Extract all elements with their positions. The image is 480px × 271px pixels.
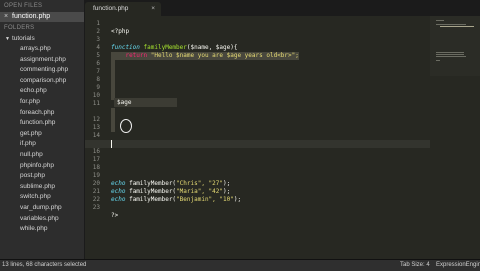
line-number: 11	[92, 100, 100, 107]
tab-label: function.php	[93, 5, 129, 12]
selection-status: 13 lines, 68 characters selected	[2, 262, 87, 268]
code-line-24: ?>	[85, 204, 430, 219]
line-number: 17	[92, 156, 100, 163]
open-file-item[interactable]: × function.php	[0, 12, 84, 22]
code-line-7	[85, 68, 430, 76]
status-bar: 13 lines, 68 characters selected Tab Siz…	[0, 259, 480, 271]
file-item[interactable]: function.php	[0, 118, 84, 129]
code-line-15	[85, 140, 430, 148]
file-item[interactable]: echo.php	[0, 86, 84, 97]
code-line-12	[85, 108, 430, 116]
file-item[interactable]: foreach.php	[0, 108, 84, 119]
file-item[interactable]: while.php	[0, 224, 84, 235]
folder-tutorials[interactable]: ▼ tutorials	[0, 34, 84, 44]
php-close-tag: ?>	[111, 212, 119, 219]
code-line-3: function familyMember($name, $age){	[85, 36, 430, 51]
folder-label: tutorials	[11, 35, 35, 42]
code-line-6	[85, 60, 430, 68]
keyword-echo: echo	[111, 196, 126, 203]
file-list: arrays.php assignment.php commenting.php co…	[0, 44, 84, 235]
line-number: 14	[92, 132, 100, 139]
file-item[interactable]: phpinfo.php	[0, 161, 84, 172]
code-line-13	[85, 116, 430, 124]
code-line-4: return "Hello $name you are $age years o…	[85, 44, 430, 60]
file-item[interactable]: null.php	[0, 150, 84, 161]
file-item[interactable]: comparison.php	[0, 76, 84, 87]
file-item[interactable]: commenting.php	[0, 65, 84, 76]
minimap[interactable]	[430, 16, 480, 76]
code-line-9	[85, 84, 430, 92]
tab-function-php[interactable]: function.php ×	[85, 2, 161, 16]
file-item[interactable]: variables.php	[0, 214, 84, 225]
line-number: 18	[92, 164, 100, 171]
file-item[interactable]: assignment.php	[0, 55, 84, 66]
line-number: 16	[92, 148, 100, 155]
php-open-tag: <?php	[111, 28, 130, 35]
mouse-cursor-icon	[120, 119, 132, 133]
open-files-header: OPEN FILES	[4, 3, 43, 9]
file-item[interactable]: if.php	[0, 139, 84, 150]
close-icon[interactable]: ×	[151, 2, 155, 16]
syntax-setting[interactable]: ExpressionEngine	[436, 260, 480, 271]
tab-bar: function.php ×	[85, 0, 480, 16]
file-item[interactable]: for.php	[0, 97, 84, 108]
autocomplete-popup[interactable]: $age	[114, 98, 177, 107]
text-caret	[111, 140, 112, 148]
file-item[interactable]: sublime.php	[0, 182, 84, 193]
file-item[interactable]: post.php	[0, 171, 84, 182]
call-name: familyMember(	[129, 196, 177, 203]
code-line-20: echo familyMember("Chris", "27");	[85, 172, 430, 187]
code-line-14	[85, 124, 430, 132]
call-end: );	[233, 196, 242, 203]
code-line-1: <?php	[85, 20, 430, 35]
tab-size-setting[interactable]: Tab Size: 4	[400, 260, 430, 271]
call-args: "Benjamin", "10"	[176, 196, 234, 203]
code-line-22: echo familyMember("Benjamin", "10");	[85, 188, 430, 203]
sidebar: OPEN FILES × function.php FOLDERS ▼ tutor…	[0, 0, 85, 259]
file-item[interactable]: switch.php	[0, 192, 84, 203]
code-editor[interactable]: 1234567891011121314151617181920212223 <?…	[85, 16, 430, 259]
code-line-8	[85, 76, 430, 84]
open-file-label: function.php	[12, 13, 51, 20]
expand-triangle-icon[interactable]: ▼	[5, 36, 10, 42]
code-line-21: echo familyMember("Maria", "42");	[85, 180, 430, 195]
file-item[interactable]: get.php	[0, 129, 84, 140]
folders-header: FOLDERS	[4, 25, 35, 31]
file-item[interactable]: arrays.php	[0, 44, 84, 55]
code-line-5	[85, 52, 430, 60]
file-item[interactable]: var_dump.php	[0, 203, 84, 214]
close-icon[interactable]: ×	[4, 12, 12, 22]
